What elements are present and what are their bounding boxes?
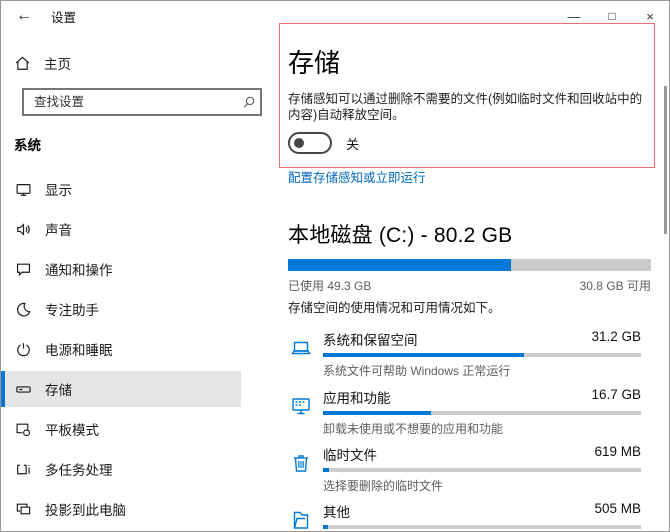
close-icon: ×	[646, 9, 654, 24]
category-size: 619 MB	[594, 444, 641, 464]
category-row-system-reserved[interactable]: 系统和保留空间 31.2 GB 系统文件可帮助 Windows 正常运行	[288, 323, 651, 381]
trash-icon	[289, 451, 313, 475]
sidebar-item-home[interactable]: 主页	[1, 47, 254, 79]
category-bar	[323, 411, 641, 415]
multitasking-icon	[15, 460, 33, 478]
category-row-temporary-files[interactable]: 临时文件 619 MB 选择要删除的临时文件	[288, 438, 651, 496]
category-bar-fill	[323, 525, 328, 529]
sidebar-item-sound[interactable]: 声音	[1, 211, 241, 247]
sidebar-item-label: 专注助手	[45, 299, 99, 319]
sidebar-section-system: 系统	[14, 134, 41, 154]
window-controls: — □ ×	[555, 1, 669, 31]
sidebar-nav: 显示 声音 通知和操作	[1, 171, 241, 531]
sidebar-item-label: 多任务处理	[45, 459, 113, 479]
disk-used-label: 已使用 49.3 GB	[288, 277, 371, 294]
minimize-button[interactable]: —	[555, 1, 593, 31]
category-description: 卸载未使用或不想要的应用和功能	[323, 420, 641, 437]
page-title: 存储	[288, 43, 340, 80]
configure-storage-sense-link[interactable]: 配置存储感知或立即运行	[288, 167, 426, 186]
category-bar	[323, 468, 641, 472]
sidebar-item-display[interactable]: 显示	[1, 171, 241, 207]
tablet-mode-icon	[15, 420, 33, 438]
toggle-state-label: 关	[346, 134, 359, 153]
sidebar-item-label: 存储	[45, 379, 72, 399]
app-title: 设置	[51, 1, 76, 31]
storage-icon	[15, 380, 33, 398]
project-icon	[15, 500, 33, 518]
home-icon	[14, 55, 31, 72]
category-name: 系统和保留空间	[323, 329, 418, 349]
storage-sense-toggle-row: 关	[288, 132, 359, 154]
category-bar	[323, 353, 641, 357]
sidebar-item-label: 平板模式	[45, 419, 99, 439]
display-icon	[15, 180, 33, 198]
sidebar-item-label: 显示	[45, 179, 72, 199]
disk-usage-fill	[288, 259, 511, 271]
sidebar-item-power-sleep[interactable]: 电源和睡眠	[1, 331, 241, 367]
category-description: 选择要删除的临时文件	[323, 477, 641, 494]
power-icon	[15, 340, 33, 358]
category-row-apps-features[interactable]: 应用和功能 16.7 GB 卸载未使用或不想要的应用和功能	[288, 381, 651, 439]
disk-free-label: 30.8 GB 可用	[580, 277, 651, 294]
back-button[interactable]: ←	[11, 4, 37, 28]
category-size: 31.2 GB	[591, 329, 641, 349]
maximize-button[interactable]: □	[593, 1, 631, 31]
search-icon	[242, 95, 256, 109]
focus-assist-icon	[15, 300, 33, 318]
category-row-other[interactable]: 其他 505 MB 管理其他大型文件夹	[288, 495, 651, 532]
titlebar: ← 设置 — □ ×	[1, 1, 669, 31]
disk-usage-bar	[288, 259, 651, 271]
sidebar-item-multitasking[interactable]: 多任务处理	[1, 451, 241, 487]
category-size: 16.7 GB	[591, 387, 641, 407]
category-name: 其他	[323, 501, 350, 521]
sidebar: 主页 系统 显示	[1, 31, 265, 531]
folder-icon	[289, 508, 313, 532]
category-bar-fill	[323, 468, 329, 472]
maximize-icon: □	[608, 9, 615, 23]
category-description: 系统文件可帮助 Windows 正常运行	[323, 362, 641, 379]
category-bar	[323, 525, 641, 529]
sidebar-item-projecting[interactable]: 投影到此电脑	[1, 491, 241, 527]
sidebar-item-storage[interactable]: 存储	[1, 371, 241, 407]
sidebar-item-notifications[interactable]: 通知和操作	[1, 251, 241, 287]
sidebar-item-label: 电源和睡眠	[45, 339, 113, 359]
selected-accent-bar	[1, 371, 5, 407]
sidebar-item-focus-assist[interactable]: 专注助手	[1, 291, 241, 327]
disk-usage-labels: 已使用 49.3 GB 30.8 GB 可用	[288, 277, 651, 294]
category-name: 应用和功能	[323, 387, 391, 407]
search-input[interactable]	[32, 94, 242, 110]
category-bar-fill	[323, 353, 524, 357]
disk-title: 本地磁盘 (C:) - 80.2 GB	[288, 219, 512, 249]
minimize-icon: —	[568, 9, 581, 24]
laptop-icon	[289, 336, 313, 360]
apps-icon	[289, 394, 313, 418]
notifications-icon	[15, 260, 33, 278]
search-box[interactable]	[22, 88, 262, 116]
storage-sense-description: 存储感知可以通过删除不需要的文件(例如临时文件和回收站中的内容)自动释放空间。	[288, 91, 651, 123]
usage-intro: 存储空间的使用情况和可用情况如下。	[288, 297, 501, 316]
category-name: 临时文件	[323, 444, 377, 464]
sidebar-item-label: 投影到此电脑	[45, 499, 126, 519]
main-content: 存储 存储感知可以通过删除不需要的文件(例如临时文件和回收站中的内容)自动释放空…	[288, 31, 651, 531]
settings-window: ← 设置 — □ × 主页	[0, 0, 670, 532]
home-label: 主页	[44, 53, 71, 73]
sidebar-item-label: 通知和操作	[45, 259, 113, 279]
close-button[interactable]: ×	[631, 1, 669, 31]
toggle-knob	[294, 138, 304, 148]
vertical-scrollbar[interactable]	[664, 86, 667, 234]
storage-sense-toggle[interactable]	[288, 132, 332, 154]
category-size: 505 MB	[594, 501, 641, 521]
sidebar-item-tablet-mode[interactable]: 平板模式	[1, 411, 241, 447]
category-bar-fill	[323, 411, 431, 415]
back-arrow-icon: ←	[16, 7, 32, 25]
sidebar-item-label: 声音	[45, 219, 72, 239]
sound-icon	[15, 220, 33, 238]
